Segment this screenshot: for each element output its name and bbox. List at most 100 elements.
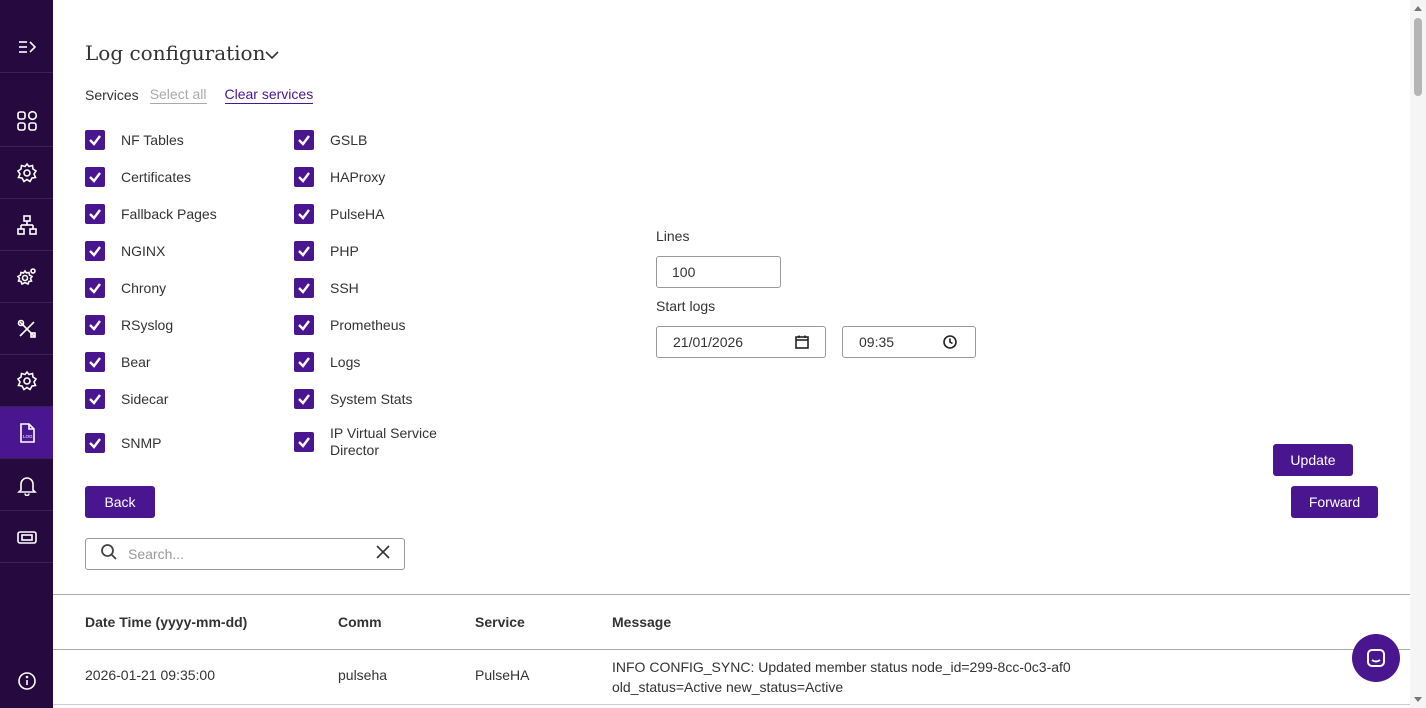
- checkbox-label: Certificates: [121, 168, 192, 185]
- checkbox[interactable]: [294, 130, 314, 150]
- check-icon: [298, 209, 310, 220]
- start-date-input[interactable]: 21/01/2026: [656, 326, 826, 358]
- service-checkbox-haproxy[interactable]: HAProxy: [294, 167, 494, 187]
- service-checkbox-nf-tables[interactable]: NF Tables: [85, 130, 285, 150]
- checkbox-label: System Stats: [330, 390, 413, 407]
- checkbox-label: Sidecar: [121, 390, 169, 407]
- checkbox[interactable]: [85, 278, 105, 298]
- sidebar-item-settings[interactable]: [0, 147, 53, 199]
- calendar-icon[interactable]: [795, 335, 809, 349]
- start-time-input[interactable]: 09:35: [842, 326, 976, 358]
- checkbox[interactable]: [85, 130, 105, 150]
- service-checkbox-sidecar[interactable]: Sidecar: [85, 389, 285, 409]
- service-checkbox-ipvs-director[interactable]: IP Virtual Service Director: [294, 425, 464, 459]
- tools-icon: [17, 319, 36, 338]
- check-icon: [298, 357, 310, 368]
- info-button[interactable]: [0, 668, 53, 694]
- sidebar-item-configuration[interactable]: [0, 355, 53, 407]
- checkbox[interactable]: [85, 433, 105, 453]
- service-checkbox-rsyslog[interactable]: RSyslog: [85, 315, 285, 335]
- checkbox[interactable]: [294, 278, 314, 298]
- network-icon: [16, 214, 37, 235]
- checkbox-label: Bear: [121, 353, 151, 370]
- svg-text:LOG: LOG: [23, 434, 33, 439]
- column-header-message[interactable]: Message: [612, 614, 671, 630]
- service-checkbox-bear[interactable]: Bear: [85, 352, 285, 372]
- column-header-comm[interactable]: Comm: [338, 614, 382, 630]
- service-checkbox-pulseha[interactable]: PulseHA: [294, 204, 494, 224]
- service-checkbox-snmp[interactable]: SNMP: [85, 433, 285, 453]
- checkbox[interactable]: [294, 241, 314, 261]
- clear-services-link[interactable]: Clear services: [224, 86, 314, 104]
- scroll-up-arrow-icon[interactable]: [1414, 6, 1422, 11]
- search-field[interactable]: Search...: [85, 538, 405, 570]
- checkbox-label: PulseHA: [330, 205, 385, 222]
- sidebar-item-notifications[interactable]: [0, 459, 53, 511]
- search-input[interactable]: Search...: [128, 546, 376, 562]
- service-checkbox-php[interactable]: PHP: [294, 241, 494, 261]
- check-icon: [298, 394, 310, 405]
- ticket-icon: [16, 530, 37, 544]
- table-row[interactable]: 2026-01-21 09:35:00 pulseha PulseHA INFO…: [53, 650, 1410, 705]
- checkbox[interactable]: [294, 432, 314, 452]
- service-checkbox-prometheus[interactable]: Prometheus: [294, 315, 494, 335]
- checkbox[interactable]: [294, 167, 314, 187]
- sidebar-item-services[interactable]: [0, 251, 53, 303]
- sidebar-item-tools[interactable]: [0, 303, 53, 355]
- service-checkbox-nginx[interactable]: NGINX: [85, 241, 285, 261]
- clock-icon[interactable]: [943, 335, 957, 349]
- clear-search-button[interactable]: [376, 544, 390, 564]
- column-header-service[interactable]: Service: [475, 614, 525, 630]
- service-checkbox-chrony[interactable]: Chrony: [85, 278, 285, 298]
- scroll-thumb[interactable]: [1414, 18, 1422, 96]
- check-icon: [89, 357, 101, 368]
- expand-menu-button[interactable]: [0, 21, 53, 73]
- column-header-datetime[interactable]: Date Time (yyyy-mm-dd): [85, 614, 247, 630]
- forward-button[interactable]: Forward: [1291, 486, 1378, 518]
- checkbox-label: NGINX: [121, 242, 166, 259]
- update-button[interactable]: Update: [1273, 444, 1353, 476]
- checkbox[interactable]: [294, 315, 314, 335]
- check-icon: [89, 172, 101, 183]
- checkbox-label: RSyslog: [121, 316, 174, 333]
- message-line: old_status=Active new_status=Active: [612, 679, 844, 695]
- log-table: Date Time (yyyy-mm-dd) Comm Service Mess…: [53, 594, 1410, 705]
- main-content: Log configuration Services Select all Cl…: [53, 0, 1410, 708]
- checkbox[interactable]: [85, 389, 105, 409]
- scroll-down-arrow-icon[interactable]: [1414, 697, 1422, 702]
- sidebar-item-logs[interactable]: LOG: [0, 407, 53, 459]
- checkbox[interactable]: [294, 352, 314, 372]
- checkbox-label: SNMP: [121, 434, 162, 451]
- checkbox[interactable]: [85, 315, 105, 335]
- sidebar-item-dashboard[interactable]: [0, 95, 53, 147]
- checkbox[interactable]: [85, 204, 105, 224]
- check-icon: [89, 283, 101, 294]
- checkbox-label: IP Virtual Service Director: [330, 425, 437, 458]
- expand-menu-icon: [18, 40, 36, 53]
- checkbox[interactable]: [294, 204, 314, 224]
- service-checkbox-logs[interactable]: Logs: [294, 352, 494, 372]
- service-checkbox-ssh[interactable]: SSH: [294, 278, 494, 298]
- chat-button[interactable]: [1352, 634, 1400, 682]
- service-checkbox-system-stats[interactable]: System Stats: [294, 389, 494, 409]
- vertical-scrollbar[interactable]: [1410, 0, 1426, 708]
- sidebar-item-tickets[interactable]: [0, 511, 53, 563]
- lines-label: Lines: [656, 228, 690, 244]
- checkbox[interactable]: [85, 352, 105, 372]
- chevron-down-icon: [265, 51, 279, 60]
- lines-input[interactable]: 100: [656, 256, 781, 288]
- sidebar-item-network[interactable]: [0, 199, 53, 251]
- service-checkbox-gslb[interactable]: GSLB: [294, 130, 494, 150]
- service-checkbox-fallback-pages[interactable]: Fallback Pages: [85, 204, 285, 224]
- back-button[interactable]: Back: [85, 486, 155, 518]
- log-file-icon: LOG: [19, 422, 35, 443]
- checkbox[interactable]: [85, 167, 105, 187]
- sidebar: LOG: [0, 0, 53, 708]
- check-icon: [89, 320, 101, 331]
- checkbox-label: PHP: [330, 242, 359, 259]
- service-checkbox-certificates[interactable]: Certificates: [85, 167, 285, 187]
- select-all-link[interactable]: Select all: [149, 86, 207, 104]
- checkbox[interactable]: [85, 241, 105, 261]
- collapse-toggle[interactable]: [264, 48, 280, 62]
- checkbox[interactable]: [294, 389, 314, 409]
